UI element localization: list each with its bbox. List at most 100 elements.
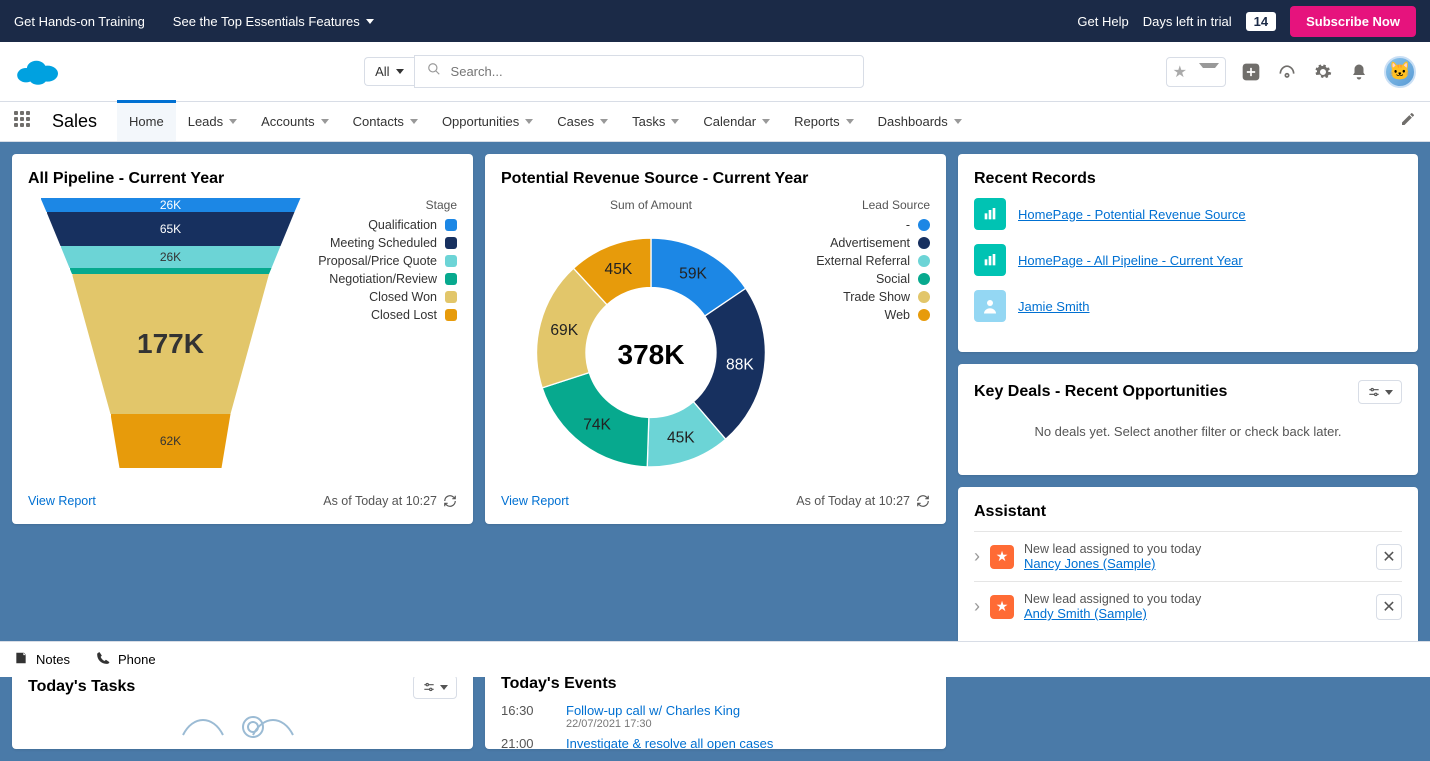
card-recent-records: Recent Records HomePage - Potential Reve… [958, 154, 1418, 352]
legend-swatch [918, 273, 930, 285]
phone-icon [96, 651, 110, 668]
star-icon: ★ [1167, 58, 1193, 86]
chevron-down-icon [366, 19, 374, 24]
filter-dropdown[interactable] [413, 675, 457, 699]
legend-item: Negotiation/Review [313, 272, 457, 286]
legend-label: Closed Won [369, 290, 437, 304]
assistant-lead-link[interactable]: Andy Smith (Sample) [1024, 606, 1147, 621]
recent-record-link[interactable]: Jamie Smith [1018, 299, 1090, 314]
assistant-lead-link[interactable]: Nancy Jones (Sample) [1024, 556, 1156, 571]
contact-icon [974, 290, 1006, 322]
view-report-link[interactable]: View Report [28, 494, 96, 508]
salesforce-logo[interactable] [14, 55, 62, 89]
funnel-chart: 26K65K26K177K62K [28, 198, 313, 484]
user-avatar[interactable]: 🐱 [1384, 56, 1416, 88]
funnel-value: 26K [160, 198, 181, 212]
legend-label: Meeting Scheduled [330, 236, 437, 250]
nav-tab-label: Leads [188, 114, 223, 129]
event-link[interactable]: Follow-up call w/ Charles King [566, 703, 740, 718]
app-launcher-icon[interactable] [14, 111, 36, 133]
chevron-right-icon[interactable]: › [974, 596, 980, 617]
link-essentials-features[interactable]: See the Top Essentials Features [173, 14, 374, 29]
recent-record-link[interactable]: HomePage - Potential Revenue Source [1018, 207, 1246, 222]
subscribe-button[interactable]: Subscribe Now [1290, 6, 1416, 37]
card-assistant: Assistant ›★New lead assigned to you tod… [958, 487, 1418, 647]
utility-bar: Notes Phone [0, 641, 1430, 677]
trial-banner: Get Hands-on Training See the Top Essent… [0, 0, 1430, 42]
nav-tab-dashboards[interactable]: Dashboards [866, 102, 974, 141]
assistant-message: New lead assigned to you today [1024, 592, 1366, 606]
nav-tab-reports[interactable]: Reports [782, 102, 866, 141]
search-scope-dropdown[interactable]: All [364, 57, 413, 86]
nav-tab-label: Opportunities [442, 114, 519, 129]
nav-tab-label: Reports [794, 114, 840, 129]
favorites-dropdown[interactable]: ★ [1166, 57, 1226, 87]
nav-tab-home[interactable]: Home [117, 102, 176, 141]
donut-slice-label: 88K [726, 357, 754, 374]
legend-item: Social [801, 272, 930, 286]
nav-tab-label: Dashboards [878, 114, 948, 129]
donut-chart: Sum of Amount 59K88K45K74K69K45K 378K [501, 198, 801, 484]
setup-gear-icon[interactable] [1312, 61, 1334, 83]
chevron-down-icon [396, 69, 404, 74]
search-input[interactable] [451, 64, 851, 79]
chevron-down-icon [321, 119, 329, 124]
trial-days-label: Days left in trial [1143, 14, 1232, 29]
recent-record-item: HomePage - Potential Revenue Source [974, 198, 1402, 230]
as-of-label: As of Today at 10:27 [796, 494, 910, 508]
filter-dropdown[interactable] [1358, 380, 1402, 404]
utility-notes-label: Notes [36, 652, 70, 667]
view-report-link[interactable]: View Report [501, 494, 569, 508]
recent-record-item: HomePage - All Pipeline - Current Year [974, 244, 1402, 276]
chevron-right-icon[interactable]: › [974, 546, 980, 567]
legend-swatch [445, 273, 457, 285]
legend-label: Closed Lost [371, 308, 437, 322]
dismiss-button[interactable]: ✕ [1376, 594, 1402, 620]
nav-tab-leads[interactable]: Leads [176, 102, 249, 141]
nav-tab-label: Cases [557, 114, 594, 129]
donut-slice-label: 45K [605, 261, 633, 278]
chevron-down-icon [525, 119, 533, 124]
legend-item: Web [801, 308, 930, 322]
card-title: Today's Events [501, 675, 930, 693]
notifications-bell-icon[interactable] [1348, 61, 1370, 83]
event-link[interactable]: Investigate & resolve all open cases [566, 736, 773, 749]
edit-nav-icon[interactable] [1400, 111, 1416, 132]
legend-item: Qualification [313, 218, 457, 232]
dismiss-button[interactable]: ✕ [1376, 544, 1402, 570]
nav-tab-label: Calendar [703, 114, 756, 129]
nav-tab-calendar[interactable]: Calendar [691, 102, 782, 141]
nav-tab-opportunities[interactable]: Opportunities [430, 102, 545, 141]
funnel-segment: 26K [41, 198, 301, 212]
legend-title: Stage [313, 198, 457, 212]
legend-swatch [918, 255, 930, 267]
legend-item: - [801, 218, 930, 232]
donut-center-value: 378K [618, 339, 685, 371]
card-title: Recent Records [974, 170, 1402, 188]
chevron-down-icon [671, 119, 679, 124]
nav-tab-accounts[interactable]: Accounts [249, 102, 340, 141]
assistant-message: New lead assigned to you today [1024, 542, 1366, 556]
add-icon[interactable] [1240, 61, 1262, 83]
recent-record-link[interactable]: HomePage - All Pipeline - Current Year [1018, 253, 1243, 268]
nav-tab-contacts[interactable]: Contacts [341, 102, 430, 141]
utility-notes[interactable]: Notes [14, 651, 70, 668]
legend-item: Closed Won [313, 290, 457, 304]
legend-label: - [906, 218, 910, 232]
link-get-training[interactable]: Get Hands-on Training [14, 14, 145, 29]
nav-tab-cases[interactable]: Cases [545, 102, 620, 141]
assistant-item: ›★New lead assigned to you todayNancy Jo… [974, 531, 1402, 581]
refresh-icon[interactable] [916, 494, 930, 508]
chevron-down-icon [600, 119, 608, 124]
global-header: All ★ 🐱 [0, 42, 1430, 102]
chevron-down-icon [1385, 390, 1393, 395]
legend-swatch [445, 237, 457, 249]
salesforce-help-icon[interactable] [1276, 61, 1298, 83]
donut-subtitle: Sum of Amount [501, 198, 801, 212]
link-get-help[interactable]: Get Help [1077, 14, 1128, 29]
legend-item: Meeting Scheduled [313, 236, 457, 250]
utility-phone[interactable]: Phone [96, 651, 156, 668]
donut-slice-label: 69K [550, 322, 578, 339]
nav-tab-tasks[interactable]: Tasks [620, 102, 691, 141]
refresh-icon[interactable] [443, 494, 457, 508]
